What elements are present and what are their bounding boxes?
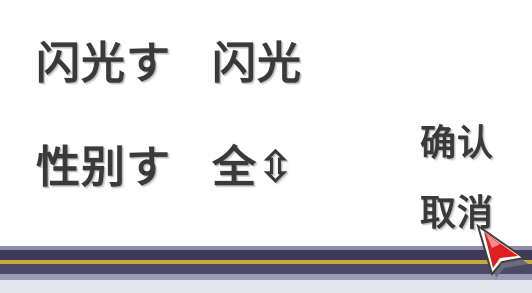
confirm-button[interactable]: 确认 (420, 126, 494, 162)
window-bottom-border (0, 246, 532, 293)
shiny-option-label: 闪光す (36, 38, 171, 89)
shiny-option-value[interactable]: 闪光 (212, 42, 302, 86)
gender-option-value[interactable]: 全⇳ (212, 146, 295, 190)
gender-option-label: 性别す (36, 142, 171, 193)
settings-dialog: 闪光す 闪光 性别す 全⇳ 确认 取消 (0, 0, 532, 293)
red-arrow-cursor-icon (476, 224, 528, 278)
